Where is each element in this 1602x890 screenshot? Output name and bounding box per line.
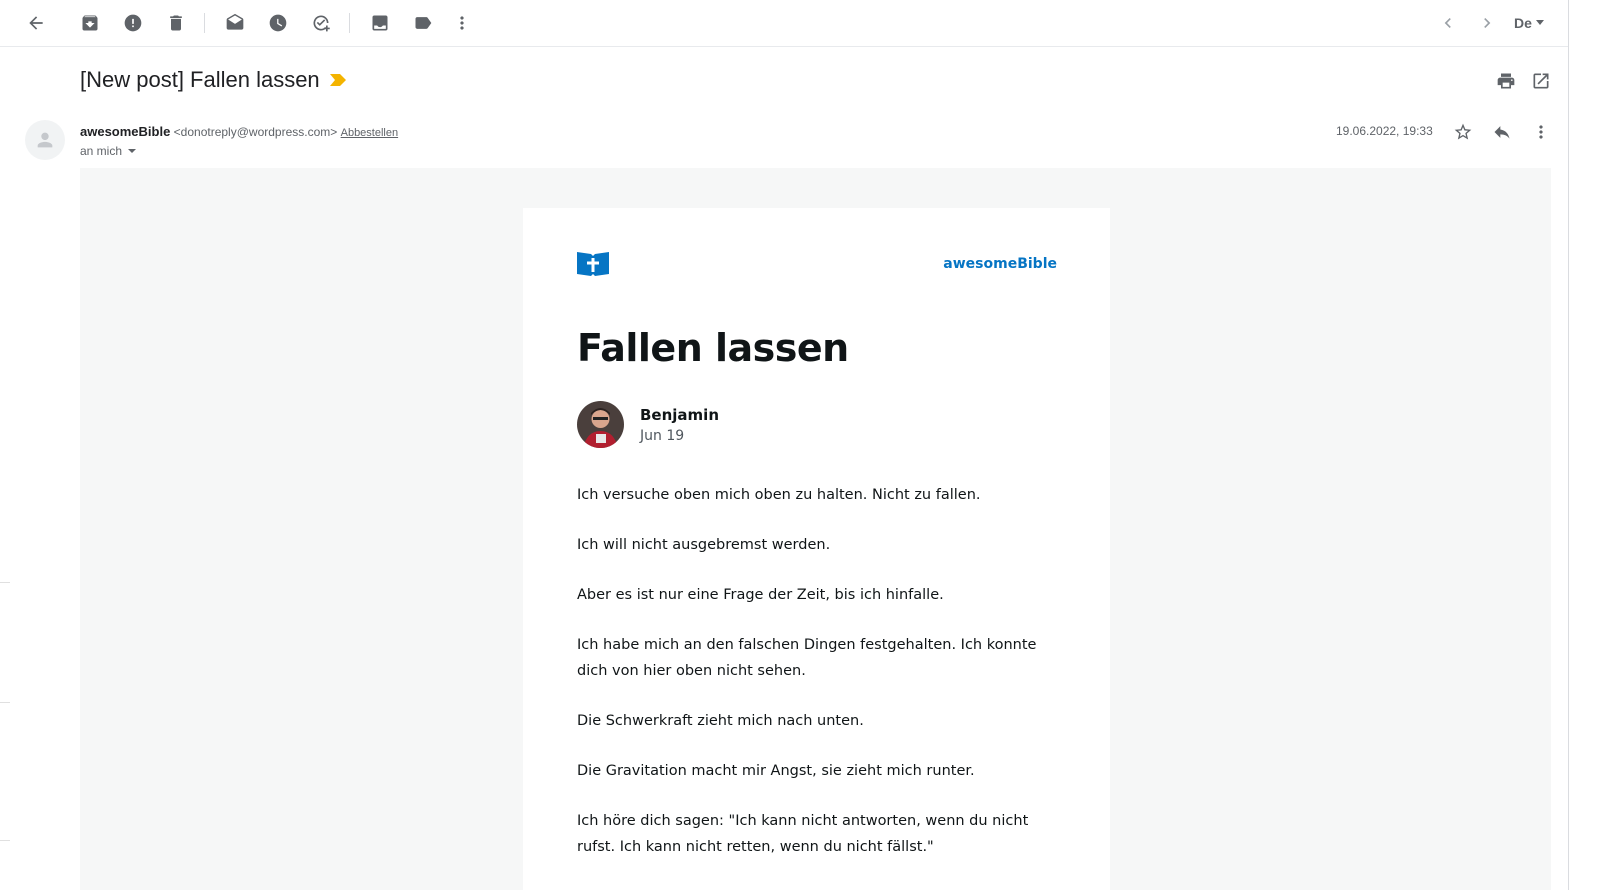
older-chevron-right-icon[interactable] (1472, 8, 1502, 38)
toolbar-divider (204, 13, 205, 33)
divider (0, 582, 10, 583)
scrollbar-track[interactable] (1568, 0, 1569, 890)
print-icon[interactable] (1493, 68, 1519, 94)
sender-avatar[interactable] (25, 120, 65, 160)
author-name[interactable]: Benjamin (640, 406, 719, 424)
chevron-down-icon (128, 149, 137, 153)
toolbar-divider (349, 13, 350, 33)
open-in-new-window-icon[interactable] (1528, 68, 1554, 94)
label-icon[interactable] (408, 8, 438, 38)
message-date: 19.06.2022, 19:33 (1336, 124, 1433, 138)
post-text: Ich versuche oben mich oben zu halten. N… (577, 482, 1057, 884)
delete-icon[interactable] (161, 8, 191, 38)
paragraph: Die Gravitation macht mir Angst, sie zie… (577, 763, 975, 779)
paragraph: Die Schwerkraft zieht mich nach unten. (577, 713, 864, 729)
divider (0, 702, 10, 703)
site-brand-link[interactable]: awesomeBible (943, 256, 1057, 272)
paragraph: Aber es ist nur eine Frage der Zeit, bis… (577, 587, 944, 603)
paragraph: Ich versuche oben mich oben zu halten. N… (577, 487, 981, 503)
move-to-icon[interactable] (365, 8, 395, 38)
message-toolbar: De (0, 0, 1568, 47)
divider (0, 840, 10, 841)
paragraph: Ich will nicht ausgebremst werden. (577, 537, 831, 553)
bible-logo-icon[interactable] (577, 250, 609, 276)
input-language-selector[interactable]: De (1514, 15, 1544, 31)
report-spam-icon[interactable] (118, 8, 148, 38)
more-vert-icon[interactable] (447, 8, 477, 38)
sender-line: awesomeBible <donotreply@wordpress.com> … (80, 124, 398, 139)
sender-email: <donotreply@wordpress.com> (173, 125, 338, 139)
person-icon (37, 132, 53, 148)
archive-icon[interactable] (75, 8, 105, 38)
subject-heading: [New post] Fallen lassen (80, 67, 346, 93)
post-card: awesomeBible Fallen lassen Benjamin Jun … (523, 208, 1110, 890)
back-icon[interactable] (21, 8, 51, 38)
paragraph: Ich habe mich an den falschen Dingen fes… (577, 637, 1037, 679)
paragraph: Ich höre dich sagen: "Ich kann nicht ant… (577, 813, 1029, 855)
importance-marker-icon[interactable] (329, 74, 346, 86)
subject-text: [New post] Fallen lassen (80, 67, 320, 92)
more-vert-icon[interactable] (1528, 119, 1554, 145)
star-icon[interactable] (1450, 119, 1476, 145)
author-avatar (577, 401, 624, 448)
snooze-icon[interactable] (263, 8, 293, 38)
sender-name[interactable]: awesomeBible (80, 124, 170, 139)
email-body: awesomeBible Fallen lassen Benjamin Jun … (80, 168, 1551, 890)
post-title[interactable]: Fallen lassen (577, 326, 849, 370)
add-task-icon[interactable] (306, 8, 336, 38)
recipient-label: an mich (80, 144, 123, 158)
newer-chevron-left-icon[interactable] (1433, 8, 1463, 38)
chevron-down-icon (1535, 19, 1544, 25)
reply-icon[interactable] (1489, 119, 1515, 145)
recipient-details-toggle[interactable]: an mich (80, 144, 137, 158)
language-label: De (1514, 15, 1532, 31)
mark-unread-icon[interactable] (220, 8, 250, 38)
post-date: Jun 19 (640, 428, 685, 444)
unsubscribe-link[interactable]: Abbestellen (341, 127, 399, 139)
